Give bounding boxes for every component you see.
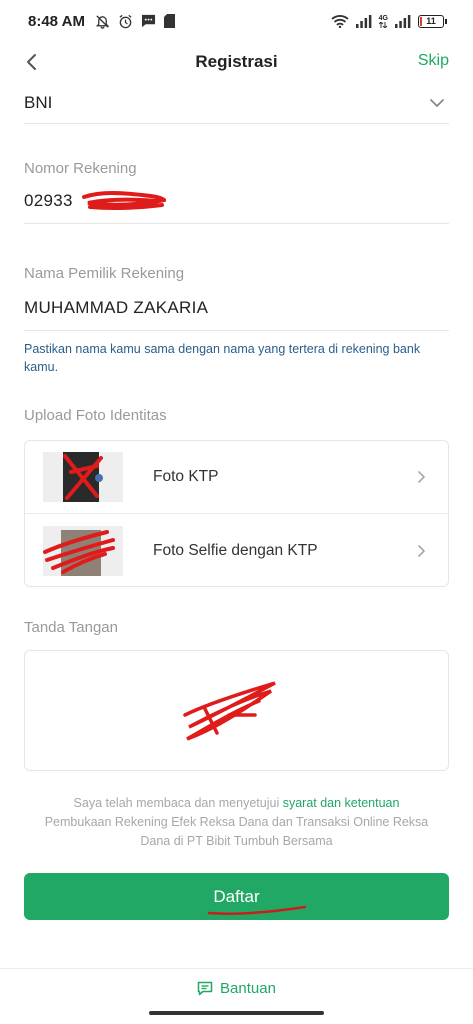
signature-pad[interactable] bbox=[24, 650, 449, 771]
signal-icon-1 bbox=[355, 14, 372, 28]
sd-card-icon bbox=[163, 14, 175, 28]
account-number-label: Nomor Rekening bbox=[24, 160, 137, 177]
wifi-icon bbox=[331, 14, 349, 28]
status-left-icons bbox=[95, 14, 175, 29]
agreement-text: Saya telah membaca dan menyetujui syarat… bbox=[40, 794, 433, 851]
upload-card: Foto KTP Foto Selfie dengan KTP bbox=[24, 440, 449, 587]
upload-selfie-label: Foto Selfie dengan KTP bbox=[153, 541, 318, 559]
help-label: Bantuan bbox=[220, 980, 276, 997]
upload-selfie-row[interactable]: Foto Selfie dengan KTP bbox=[25, 514, 448, 587]
app-header: Registrasi Skip bbox=[0, 42, 473, 82]
selfie-thumbnail bbox=[43, 525, 123, 576]
account-holder-value: MUHAMMAD ZAKARIA bbox=[24, 298, 209, 317]
home-indicator[interactable] bbox=[149, 1011, 324, 1015]
upload-ktp-row[interactable]: Foto KTP bbox=[25, 441, 448, 514]
submit-button[interactable]: Daftar bbox=[24, 873, 449, 920]
help-footer[interactable]: Bantuan bbox=[0, 968, 473, 1008]
terms-link[interactable]: syarat dan ketentuan bbox=[283, 796, 400, 810]
page-title: Registrasi bbox=[195, 52, 278, 71]
notification-off-icon bbox=[95, 14, 110, 29]
account-holder-field[interactable]: Nama Pemilik Rekening MUHAMMAD ZAKARIA bbox=[24, 265, 449, 331]
account-number-input[interactable]: 02933 bbox=[24, 191, 449, 211]
redaction-mark bbox=[82, 191, 166, 211]
chat-bubble-icon bbox=[197, 981, 213, 996]
chevron-right-icon bbox=[417, 544, 426, 558]
account-holder-divider bbox=[24, 330, 449, 331]
chevron-down-icon bbox=[429, 98, 445, 108]
signature-redaction-mark bbox=[183, 681, 276, 741]
chevron-right-icon bbox=[417, 470, 426, 484]
agreement-suffix: Pembukaan Rekening Efek Reksa Dana dan T… bbox=[44, 815, 429, 848]
account-number-field[interactable]: Nomor Rekening 02933 bbox=[24, 160, 449, 224]
upload-section-label: Upload Foto Identitas bbox=[24, 407, 167, 424]
signal-icon-2 bbox=[395, 14, 411, 28]
submit-label-text: Daftar bbox=[213, 886, 260, 906]
bank-select[interactable]: BNI bbox=[24, 82, 449, 124]
upload-ktp-label: Foto KTP bbox=[153, 468, 219, 485]
battery-level: 11 bbox=[426, 16, 436, 26]
network-type-icon: 4G bbox=[379, 15, 388, 28]
submit-label: Daftar bbox=[208, 886, 307, 915]
account-name-note: Pastikan nama kamu sama dengan nama yang… bbox=[24, 342, 421, 374]
bank-value: BNI bbox=[24, 92, 53, 112]
account-holder-label: Nama Pemilik Rekening bbox=[24, 265, 185, 282]
status-bar: 8:48 AM 4G 11 bbox=[0, 0, 473, 42]
message-icon bbox=[141, 14, 156, 28]
signature-section-label: Tanda Tangan bbox=[24, 619, 118, 636]
status-right-icons: 4G 11 bbox=[331, 14, 447, 28]
alarm-icon bbox=[118, 14, 133, 29]
agreement-prefix: Saya telah membaca dan menyetujui bbox=[73, 796, 283, 810]
battery-icon: 11 bbox=[418, 14, 447, 28]
account-number-divider bbox=[24, 223, 449, 224]
account-number-value: 02933 bbox=[24, 191, 73, 210]
status-time: 8:48 AM bbox=[28, 12, 85, 30]
skip-button[interactable]: Skip bbox=[418, 52, 449, 70]
ktp-thumbnail bbox=[43, 452, 123, 502]
